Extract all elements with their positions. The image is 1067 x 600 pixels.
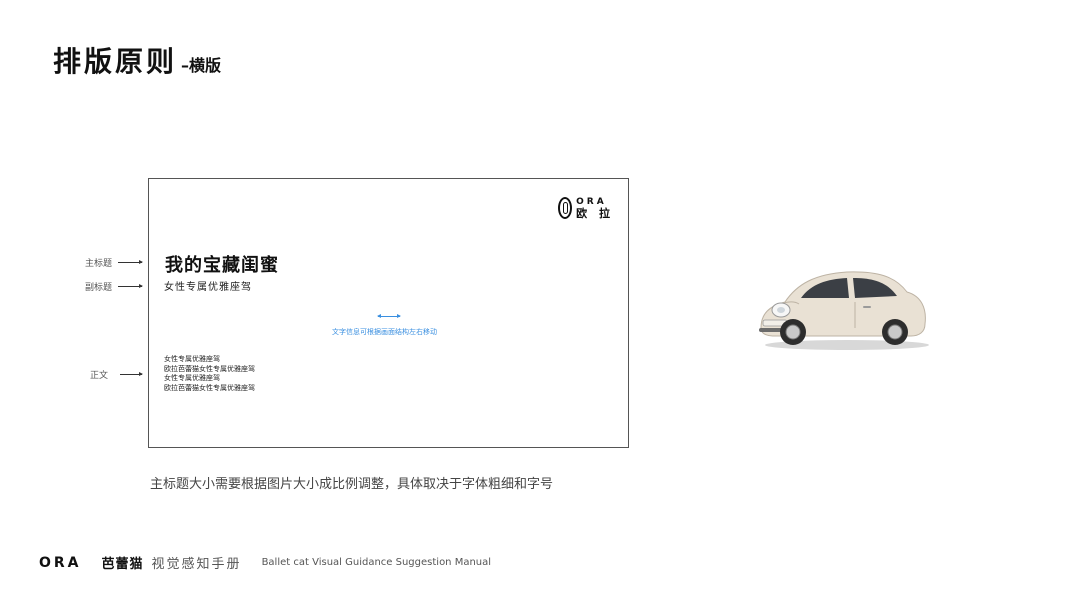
body-line: 女性专属优雅座驾 [164, 355, 220, 363]
logo-text-cn: 欧 拉 [576, 207, 614, 220]
move-left-right-icon [377, 314, 401, 318]
car-door-handle [863, 306, 871, 308]
car-headlight-inner [777, 307, 785, 313]
page-title-block: 排版原则 –横版 [53, 40, 221, 80]
car-front-rim [785, 324, 801, 340]
car-rear-rim [887, 324, 903, 340]
sample-main-title: 我的宝藏闺蜜 [165, 255, 279, 276]
move-note: 文字信息可根据画面结构左右移动 [332, 328, 437, 336]
body-line: 欧拉芭蕾猫女性专属优雅座驾 [164, 364, 255, 373]
label-main-title-text: 主标题 [85, 259, 113, 269]
page-title: 排版原则 [53, 45, 178, 78]
caption: 主标题大小需要根据图片大小成比例调整，具体取决于字体粗细和字号 [150, 477, 554, 492]
ora-emblem-icon [558, 197, 573, 219]
body-line: 女性专属优雅座驾 [164, 374, 220, 382]
label-body: 正文 [90, 368, 144, 381]
page-subtitle: –横版 [181, 56, 222, 75]
car-image [759, 271, 929, 350]
arrow-right-icon [118, 260, 144, 264]
footer-manual-cn: 视觉感知手册 [151, 557, 242, 572]
footer-ora-logo: ORA [39, 554, 82, 571]
footer: ORA 芭蕾猫 视觉感知手册 Ballet cat Visual Guidanc… [39, 553, 492, 573]
footer-brand: 芭蕾猫 [101, 557, 144, 572]
label-body-text: 正文 [90, 371, 109, 381]
layout-frame: ORA 欧 拉 我的宝藏闺蜜 女性专属优雅座驾 文字信息可根据画面结构左右移动 … [148, 178, 629, 448]
body-line: 欧拉芭蕾猫女性专属优雅座驾 [164, 383, 255, 392]
label-subtitle-text: 副标题 [85, 283, 113, 293]
arrow-right-icon [118, 284, 144, 288]
sample-body-text: 女性专属优雅座驾 欧拉芭蕾猫女性专属优雅座驾 女性专属优雅座驾 欧拉芭蕾猫女性专… [164, 355, 255, 393]
sample-sub-title: 女性专属优雅座驾 [164, 282, 252, 293]
label-subtitle: 副标题 [85, 280, 144, 293]
arrow-right-icon [120, 372, 144, 376]
footer-manual-en: Ballet cat Visual Guidance Suggestion Ma… [261, 557, 492, 568]
ora-logo: ORA 欧 拉 [558, 197, 614, 219]
label-main-title: 主标题 [85, 256, 144, 269]
